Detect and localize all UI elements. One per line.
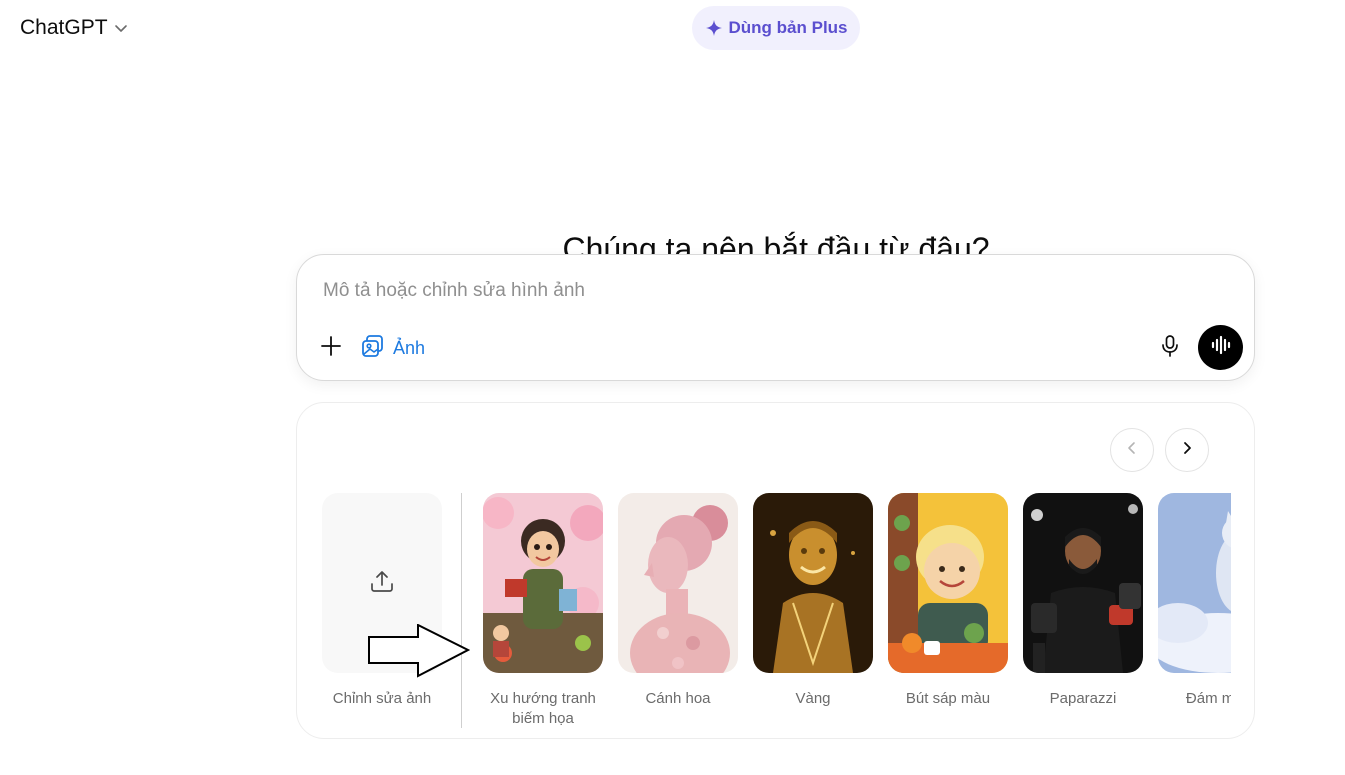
- style-thumbnail: [1023, 493, 1143, 673]
- style-thumbnail: [753, 493, 873, 673]
- chevron-down-icon: [114, 21, 128, 35]
- arrow-right-outline-icon: [368, 623, 471, 678]
- prompt-composer: Ảnh: [296, 254, 1255, 381]
- divider: [461, 493, 462, 728]
- upload-icon: [369, 568, 395, 599]
- page-headline: Chúng ta nên bắt đầu từ đâu?: [562, 231, 990, 256]
- image-chip-label: Ảnh: [393, 337, 426, 358]
- upgrade-label: Dùng bản Plus: [728, 18, 848, 37]
- plus-icon: [320, 335, 342, 362]
- attach-button[interactable]: [316, 333, 346, 363]
- style-card-crayon[interactable]: Bút sáp màu: [888, 493, 1008, 733]
- carousel-prev-button[interactable]: [1110, 428, 1154, 472]
- style-thumbnail: [483, 493, 603, 673]
- style-card-label: Xu hướng tranh biếm họa: [490, 690, 596, 727]
- style-card-clouds[interactable]: Đám mây: [1158, 493, 1231, 733]
- sparkle-icon: [705, 19, 723, 37]
- prompt-input[interactable]: [321, 275, 1205, 307]
- voice-mode-button[interactable]: [1198, 325, 1243, 370]
- style-thumbnail: [888, 493, 1008, 673]
- microphone-icon: [1160, 334, 1180, 363]
- style-card-label: Bút sáp màu: [905, 690, 991, 707]
- style-thumbnail: [618, 493, 738, 673]
- style-card-label: Đám mây: [1185, 690, 1231, 707]
- chevron-left-icon: [1125, 441, 1139, 460]
- model-title: ChatGPT: [20, 16, 108, 39]
- style-card-caricature[interactable]: Xu hướng tranh biếm họa: [483, 493, 603, 733]
- voice-waveform-icon: [1210, 334, 1232, 361]
- chevron-right-icon: [1180, 441, 1194, 460]
- image-icon: [361, 334, 385, 363]
- style-card-label: Cánh hoa: [645, 690, 711, 707]
- style-card-label: Paparazzi: [1049, 690, 1117, 707]
- image-mode-chip[interactable]: Ảnh: [361, 333, 425, 363]
- dictate-button[interactable]: [1155, 333, 1185, 363]
- style-card-paparazzi[interactable]: Paparazzi: [1023, 493, 1143, 733]
- upload-card-label: Chỉnh sửa ảnh: [332, 690, 432, 707]
- style-cards-carousel: Xu hướng tranh biếm họa Cánh hoa Vàng Bú…: [483, 493, 1231, 733]
- upgrade-plus-button[interactable]: Dùng bản Plus: [692, 6, 860, 50]
- style-card-gold[interactable]: Vàng: [753, 493, 873, 733]
- carousel-next-button[interactable]: [1165, 428, 1209, 472]
- style-thumbnail: [1158, 493, 1231, 673]
- model-switcher[interactable]: ChatGPT: [12, 10, 136, 46]
- image-styles-panel: Chỉnh sửa ảnh Xu hướng tranh biếm họa Cá…: [296, 402, 1255, 739]
- style-card-petals[interactable]: Cánh hoa: [618, 493, 738, 733]
- style-card-label: Vàng: [795, 690, 831, 707]
